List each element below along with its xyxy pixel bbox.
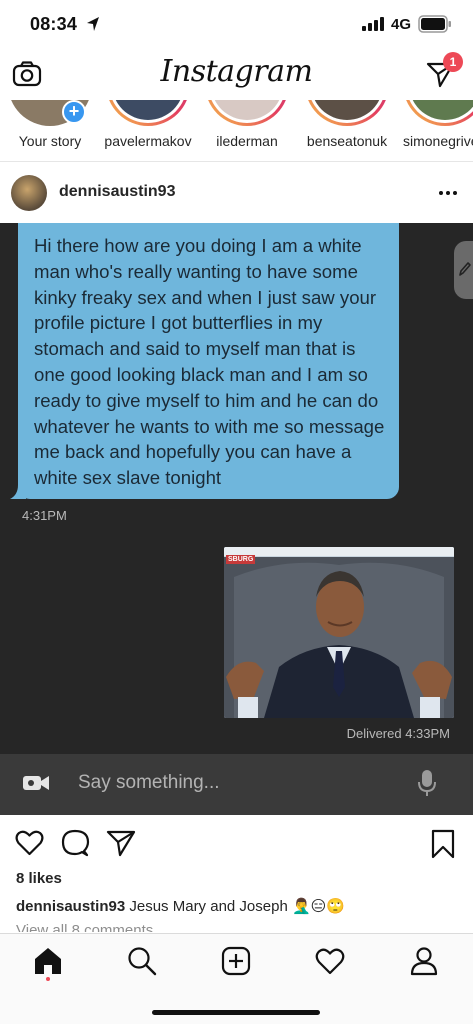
more-options-icon[interactable] xyxy=(438,185,458,201)
bookmark-icon[interactable] xyxy=(430,829,456,859)
comment-icon[interactable] xyxy=(61,829,90,857)
post-image[interactable]: Hi there how are you doing I am a white … xyxy=(0,223,473,815)
post-username[interactable]: dennisaustin93 xyxy=(59,183,175,201)
story-label: benseatonuk xyxy=(306,133,388,149)
video-camera-icon xyxy=(23,776,49,790)
dm-notification-badge: 1 xyxy=(443,52,463,72)
home-icon[interactable] xyxy=(33,946,63,976)
story-item[interactable]: pavelermakov xyxy=(98,100,198,161)
search-icon[interactable] xyxy=(127,946,157,976)
post-caption: dennisaustin93 Jesus Mary and Joseph 🤦‍♂… xyxy=(16,897,345,915)
shared-photo: SBURG xyxy=(224,547,454,718)
compose-bar: Say something... xyxy=(0,754,473,815)
location-arrow-icon xyxy=(87,17,99,31)
profile-icon[interactable] xyxy=(409,946,439,976)
caption-username[interactable]: dennisaustin93 xyxy=(16,898,125,915)
add-story-icon[interactable]: + xyxy=(62,100,86,124)
story-item[interactable]: simonegrive xyxy=(395,100,473,161)
pencil-icon xyxy=(459,262,471,276)
battery-icon xyxy=(418,15,451,33)
post-header: dennisaustin93 xyxy=(0,163,473,223)
post-actions xyxy=(0,825,473,865)
signal-icon xyxy=(362,17,384,31)
view-comments-link[interactable]: View all 8 comments xyxy=(16,922,316,932)
instagram-logo: Instagram xyxy=(160,54,313,89)
photo-tag: SBURG xyxy=(226,555,256,564)
story-label: ilederman xyxy=(216,133,278,149)
share-icon[interactable] xyxy=(106,829,136,857)
status-bar: 08:34 4G xyxy=(0,0,473,50)
microphone-icon xyxy=(418,770,436,796)
bubble-tail xyxy=(10,485,26,499)
person-photo-illustration xyxy=(224,547,454,718)
avatar xyxy=(403,100,473,126)
network-type: 4G xyxy=(391,16,412,33)
app-header: Instagram xyxy=(0,50,473,100)
story-item[interactable]: ilederman xyxy=(197,100,297,161)
message-input: Say something... xyxy=(78,772,220,793)
story-item[interactable]: benseatonuk xyxy=(297,100,397,161)
story-label: Your story xyxy=(18,133,82,149)
like-icon[interactable] xyxy=(15,829,44,857)
avatar xyxy=(305,100,389,126)
story-label: simonegrive xyxy=(403,133,473,149)
avatar[interactable] xyxy=(11,175,47,211)
delivered-status: Delivered 4:33PM xyxy=(346,726,450,741)
new-post-icon[interactable] xyxy=(221,946,251,976)
home-activity-dot xyxy=(46,977,50,981)
home-indicator xyxy=(152,1010,320,1015)
bottom-tab-bar xyxy=(0,933,473,1024)
chat-message-bubble: Hi there how are you doing I am a white … xyxy=(18,223,399,499)
status-time: 08:34 xyxy=(30,14,78,34)
avatar xyxy=(205,100,289,126)
story-own[interactable]: + Your story xyxy=(0,100,100,161)
story-label: pavelermakov xyxy=(104,133,192,149)
message-timestamp: 4:31PM xyxy=(22,508,67,523)
caption-text: Jesus Mary and Joseph 🤦‍♂️😑🙄 xyxy=(129,898,345,915)
likes-count[interactable]: 8 likes xyxy=(16,870,62,887)
avatar xyxy=(106,100,190,126)
stories-tray: + Your story pavelermakov ilederman bens… xyxy=(0,100,473,162)
activity-icon[interactable] xyxy=(315,946,345,976)
